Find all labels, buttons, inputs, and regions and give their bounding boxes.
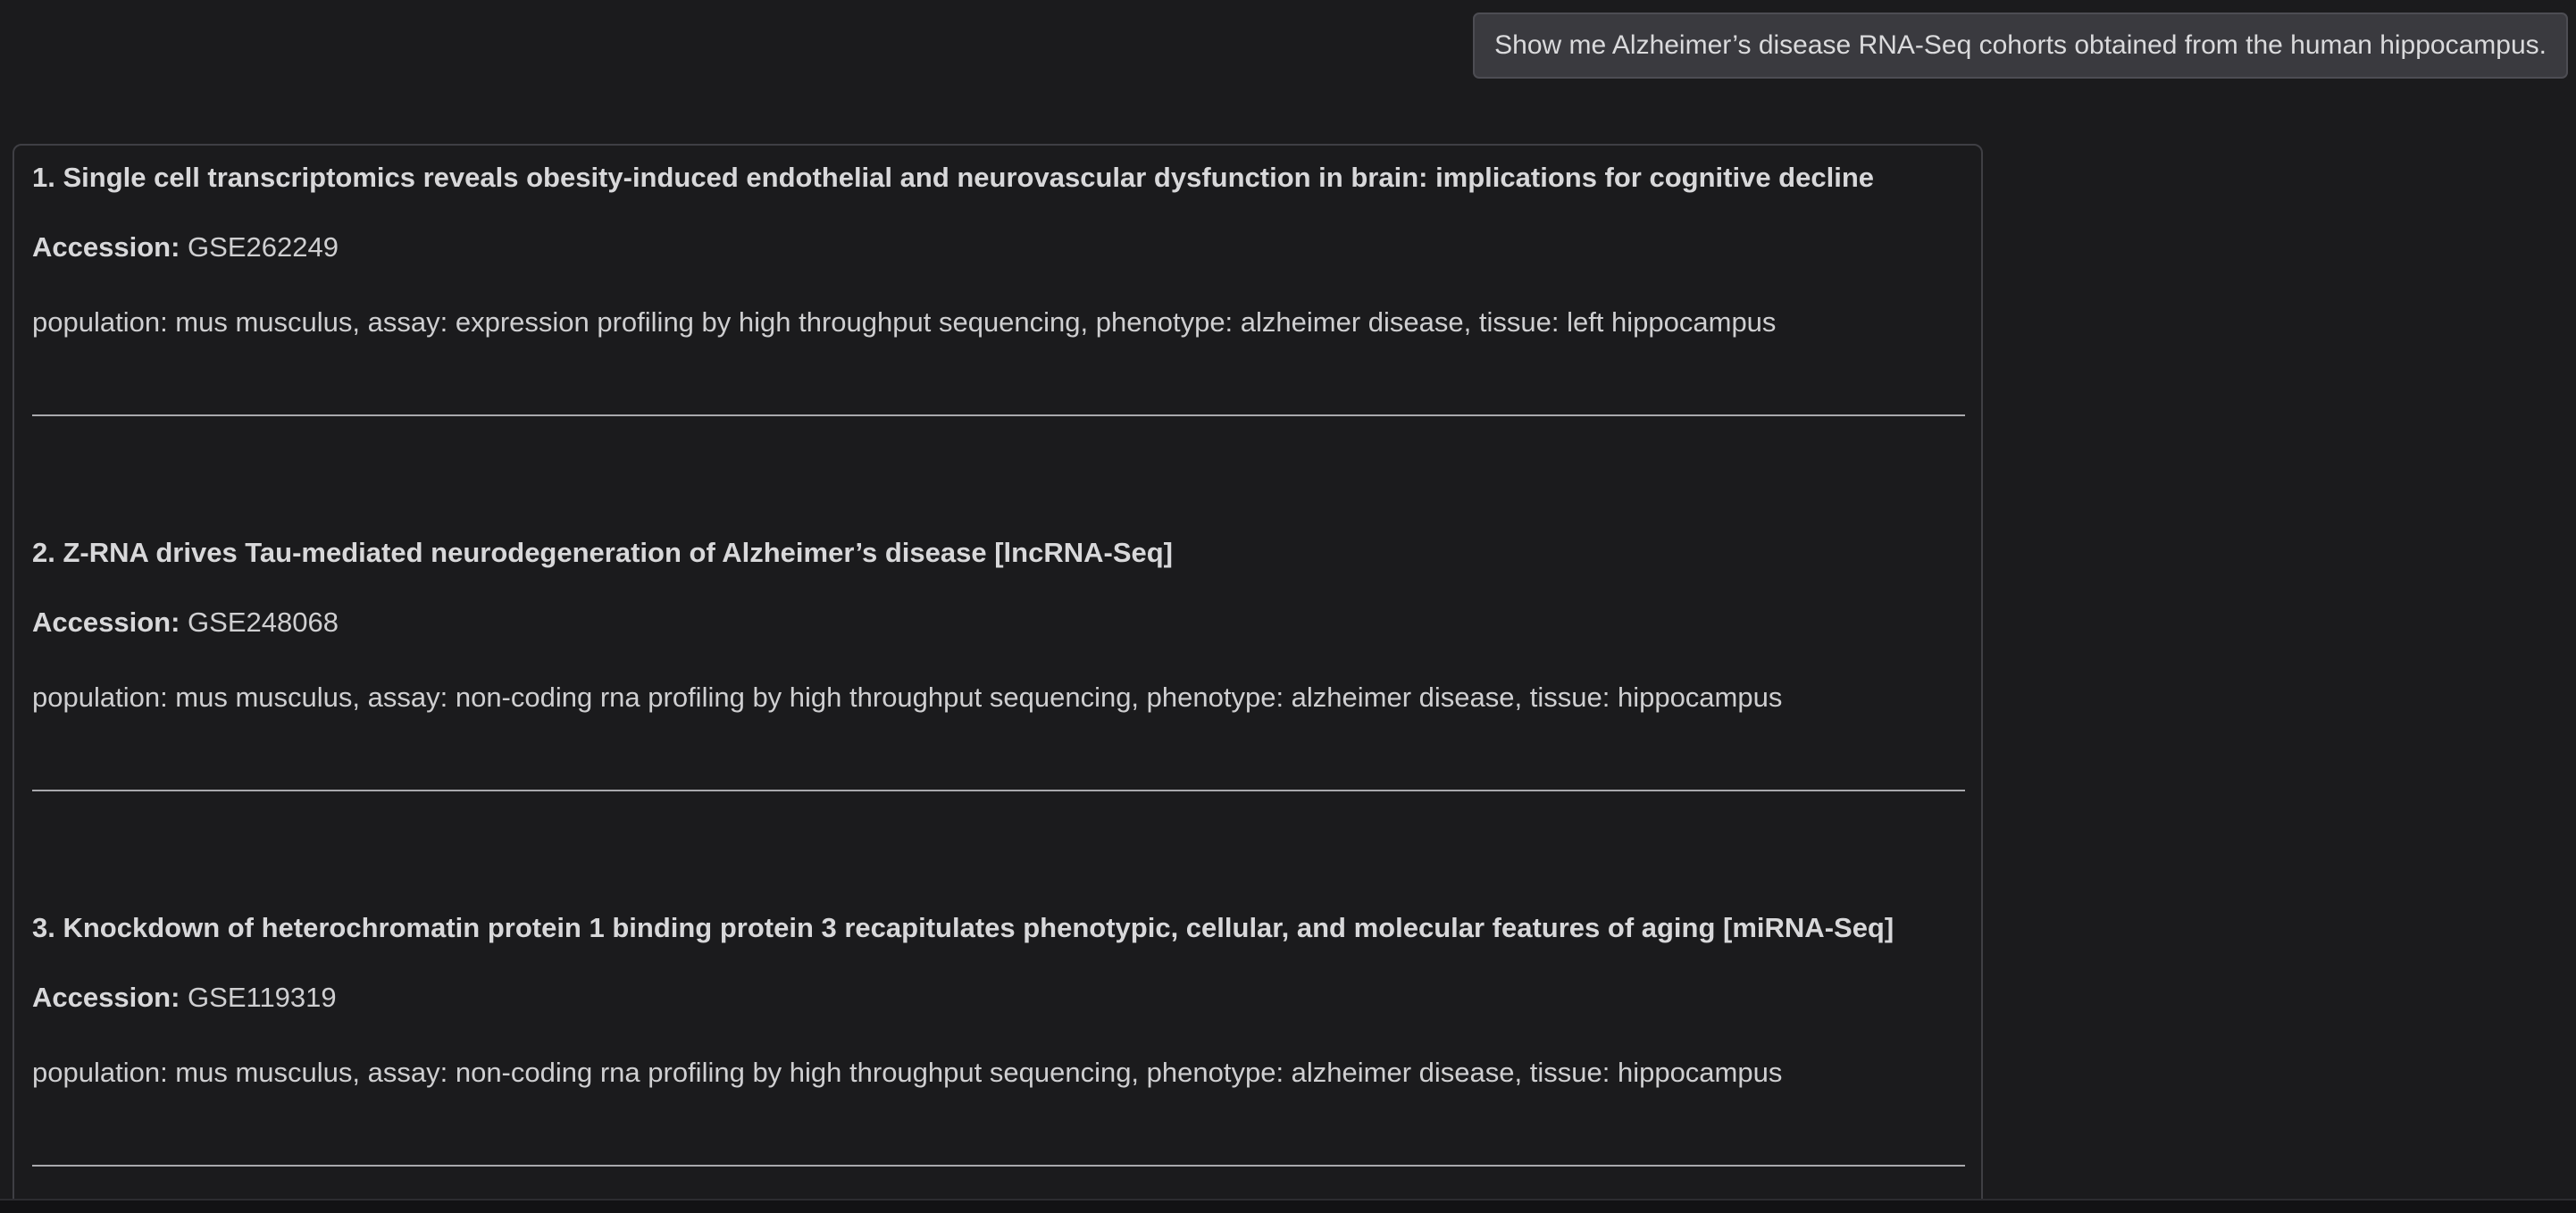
- accession-label: Accession:: [32, 231, 180, 263]
- result-title: 3. Knockdown of heterochromatin protein …: [32, 912, 1894, 943]
- result-metadata: population: mus musculus, assay: non-cod…: [32, 1057, 1783, 1088]
- accession-value: GSE119319: [188, 982, 337, 1013]
- result-title: 1. Single cell transcriptomics reveals o…: [32, 162, 1874, 193]
- result-metadata: population: mus musculus, assay: non-cod…: [32, 682, 1783, 713]
- accession-label: Accession:: [32, 606, 180, 638]
- assistant-response-card[interactable]: 1. Single cell transcriptomics reveals o…: [13, 144, 1983, 1213]
- user-message-bubble: Show me Alzheimer’s disease RNA-Seq coho…: [1473, 13, 2568, 79]
- accession-value: GSE262249: [188, 231, 339, 263]
- user-message-text: Show me Alzheimer’s disease RNA-Seq coho…: [1494, 30, 2547, 60]
- result-divider: [32, 790, 1965, 791]
- result-divider: [32, 1165, 1965, 1167]
- accession-label: Accession:: [32, 982, 180, 1013]
- result-metadata: population: mus musculus, assay: express…: [32, 306, 1777, 338]
- result-title: 2. Z-RNA drives Tau-mediated neurodegene…: [32, 537, 1173, 568]
- accession-value: GSE248068: [188, 606, 339, 638]
- bottom-bar: [0, 1199, 2576, 1213]
- chat-view: Show me Alzheimer’s disease RNA-Seq coho…: [0, 0, 2576, 1213]
- result-accession: Accession: GSE248068: [32, 605, 339, 640]
- result-accession: Accession: GSE262249: [32, 230, 339, 265]
- result-divider: [32, 414, 1965, 416]
- result-accession: Accession: GSE119319: [32, 980, 337, 1016]
